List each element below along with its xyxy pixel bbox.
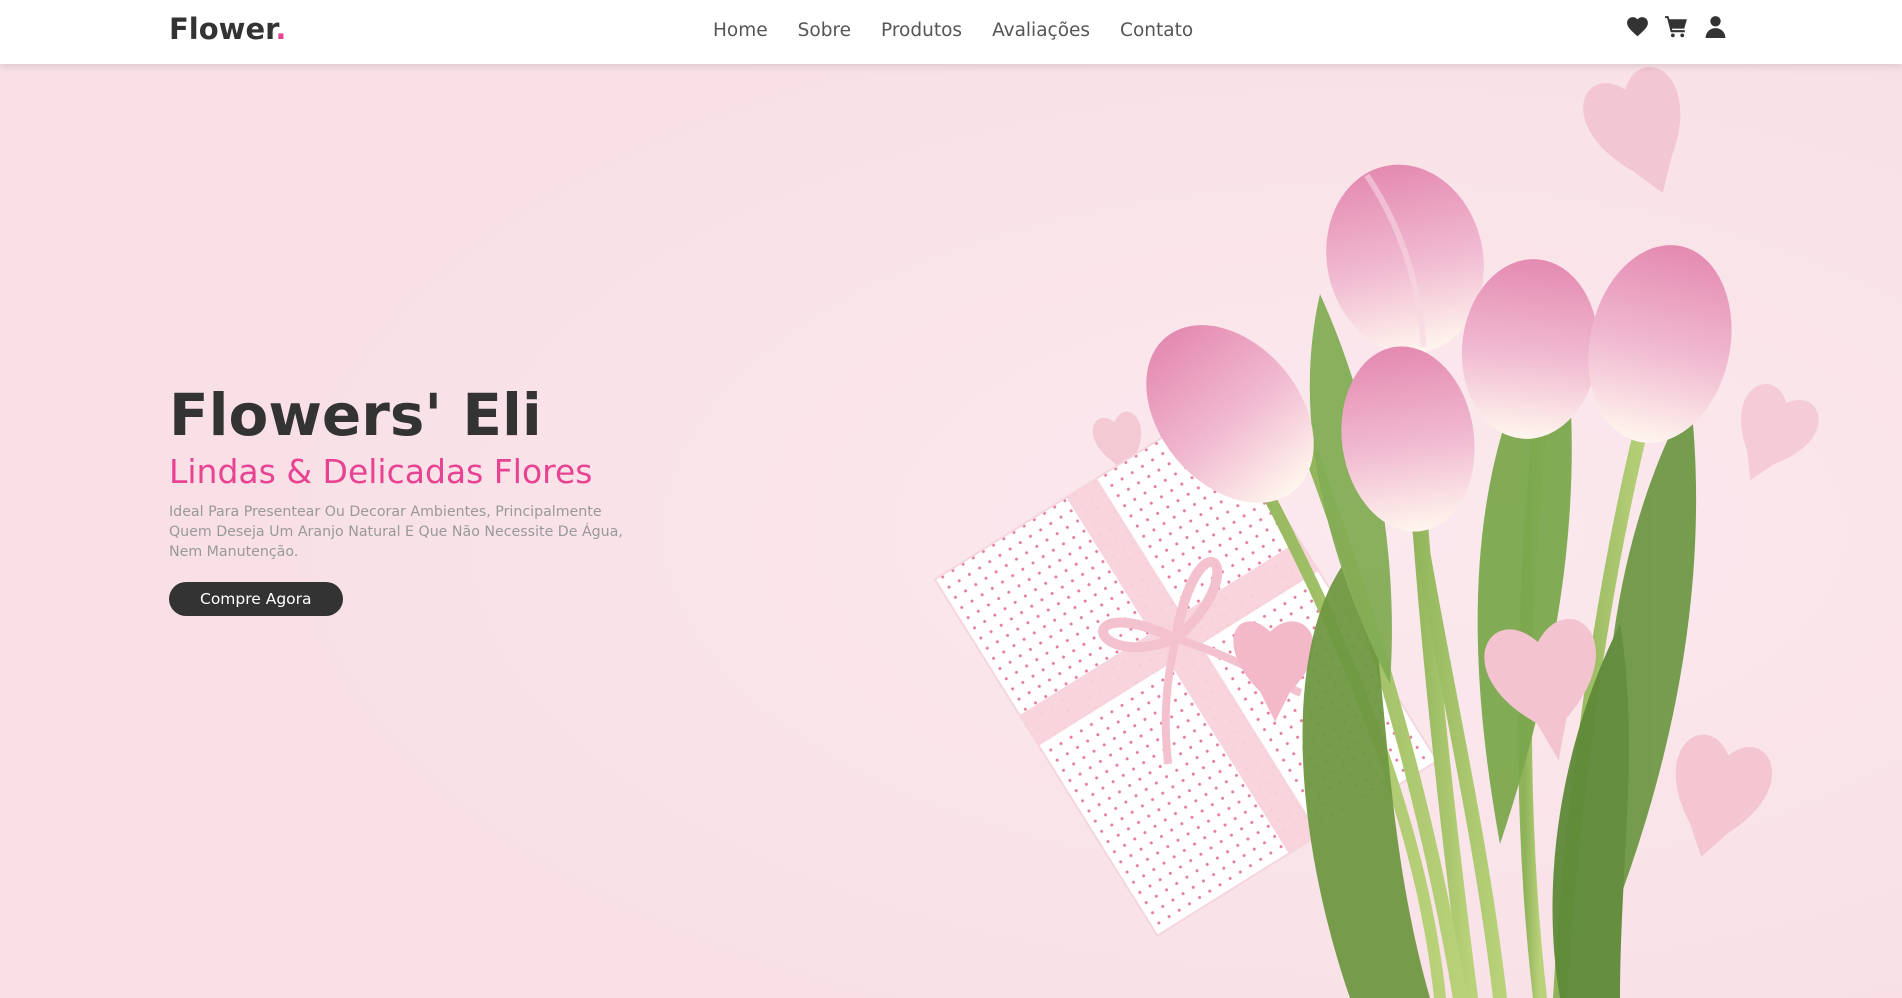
- hero-subtitle: Lindas & Delicadas Flores: [169, 452, 593, 491]
- hero-title: Flowers' Eli: [169, 381, 542, 449]
- main-nav: Home Sobre Produtos Avaliações Contato: [713, 19, 1223, 43]
- hero-content: Flowers' Eli Lindas & Delicadas Flores I…: [169, 380, 669, 616]
- nav-sobre[interactable]: Sobre: [798, 19, 851, 43]
- logo-text: Flower: [169, 12, 276, 46]
- buy-now-button[interactable]: Compre Agora: [169, 582, 343, 616]
- hero-section: Flowers' Eli Lindas & Delicadas Flores I…: [0, 64, 1902, 998]
- logo[interactable]: Flower.: [169, 12, 286, 46]
- cart-icon[interactable]: [1664, 14, 1689, 39]
- nav-home[interactable]: Home: [713, 19, 768, 43]
- user-icon[interactable]: [1703, 14, 1728, 39]
- nav-contato[interactable]: Contato: [1120, 19, 1193, 43]
- site-header: Flower. Home Sobre Produtos Avaliações C…: [0, 0, 1902, 64]
- logo-dot: .: [275, 12, 287, 46]
- heart-icon[interactable]: [1625, 14, 1650, 39]
- hero-description: Ideal Para Presentear Ou Decorar Ambient…: [169, 504, 623, 560]
- header-icons: [1625, 14, 1728, 39]
- nav-produtos[interactable]: Produtos: [881, 19, 962, 43]
- nav-avaliacoes[interactable]: Avaliações: [992, 19, 1090, 43]
